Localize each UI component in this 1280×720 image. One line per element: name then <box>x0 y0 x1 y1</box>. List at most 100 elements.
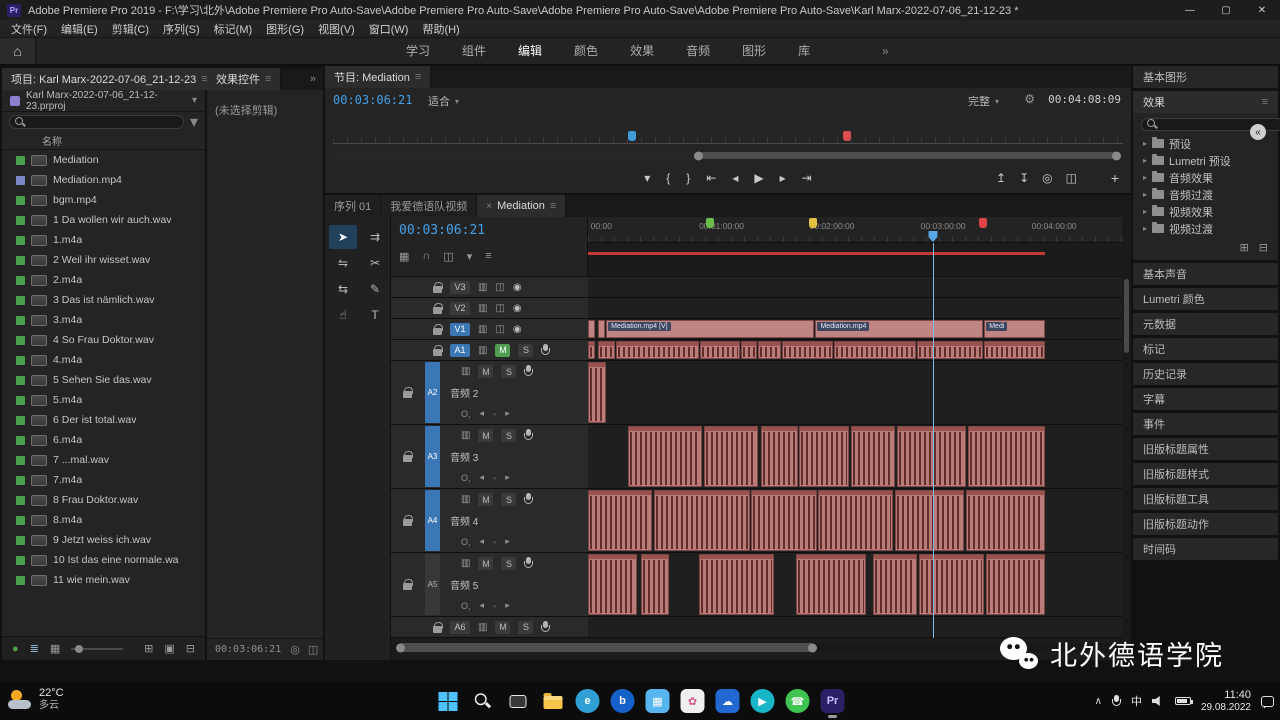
menu-item[interactable]: 剪辑(C) <box>105 21 156 37</box>
project-item[interactable]: bgm.mp4 <box>2 190 205 210</box>
menu-item[interactable]: 序列(S) <box>156 21 207 37</box>
start-button[interactable] <box>435 688 461 714</box>
label-color-chip[interactable] <box>16 296 25 305</box>
track-lane[interactable] <box>588 361 1122 425</box>
sequence-marker[interactable] <box>979 218 987 228</box>
collapsed-panel-tab[interactable]: 旧版标题样式 <box>1133 463 1278 485</box>
label-color-chip[interactable] <box>16 196 25 205</box>
voiceover-record-icon[interactable] <box>524 429 533 442</box>
sync-lock-icon[interactable]: ▥ <box>461 366 470 377</box>
play-button[interactable]: ▶ <box>754 171 763 185</box>
settings-wrench-icon[interactable]: ⚙ <box>1024 92 1035 106</box>
track-select-tool[interactable]: ⇉ <box>361 225 389 249</box>
store-button[interactable]: ▦ <box>645 688 671 714</box>
delete-custom-item-button[interactable]: ⊟ <box>1259 241 1268 254</box>
voiceover-record-icon[interactable] <box>541 621 550 634</box>
slip-tool[interactable]: ⇆ <box>329 277 357 301</box>
list-view-button[interactable]: ≣ <box>30 642 39 655</box>
project-item[interactable]: 6.m4a <box>2 430 205 450</box>
label-color-chip[interactable] <box>16 336 25 345</box>
whatsapp-button[interactable]: ☎ <box>785 688 811 714</box>
mark-in-button[interactable]: { <box>666 171 670 185</box>
project-item[interactable]: 8.m4a <box>2 510 205 530</box>
project-item[interactable]: 1 Da wollen wir auch.wav <box>2 210 205 230</box>
timeline-clip[interactable] <box>919 554 984 615</box>
collapsed-panel-tab[interactable]: 基本声音 <box>1133 263 1278 285</box>
collapsed-panel-tab[interactable]: Lumetri 颜色 <box>1133 288 1278 310</box>
menu-item[interactable]: 文件(F) <box>4 21 54 37</box>
collapse-panel-button[interactable]: « <box>1250 124 1266 140</box>
add-marker-button[interactable]: ▾ <box>644 171 650 185</box>
label-color-chip[interactable] <box>16 436 25 445</box>
collapsed-panel-tab[interactable]: 标记 <box>1133 338 1278 360</box>
timeline-clip[interactable]: Medi <box>984 320 1044 338</box>
fader-control[interactable]: O, <box>461 409 471 419</box>
timeline-clip[interactable] <box>588 341 595 359</box>
tab-essential-graphics[interactable]: 基本图形 <box>1133 66 1278 88</box>
minimize-button[interactable]: — <box>1172 0 1208 20</box>
collapsed-panel-tab[interactable]: 时间码 <box>1133 538 1278 560</box>
timeline-clip[interactable] <box>966 490 1044 551</box>
solo-button[interactable]: S <box>518 344 533 357</box>
effects-tree-item[interactable]: ▸音频过渡 <box>1133 186 1278 203</box>
tab-effects[interactable]: 效果 ≡ <box>1133 91 1278 113</box>
project-search-box[interactable] <box>9 115 184 129</box>
timeline-clip[interactable] <box>699 554 774 615</box>
tree-caret-icon[interactable]: ▸ <box>1143 224 1147 233</box>
onedrive-button[interactable]: ☁ <box>715 688 741 714</box>
new-bin-button[interactable]: ⊞ <box>144 642 153 655</box>
timeline-clip[interactable] <box>751 490 816 551</box>
track-target-badge[interactable]: V1 <box>450 323 470 336</box>
label-color-chip[interactable] <box>16 356 25 365</box>
toggle-track-output-icon[interactable]: ◉ <box>513 303 522 314</box>
sync-lock-icon[interactable]: ▥ <box>461 430 470 441</box>
workspace-tab[interactable]: 效果 <box>614 38 670 64</box>
go-to-in-button[interactable]: ⇤ <box>706 171 716 185</box>
timeline-clip[interactable] <box>984 341 1044 359</box>
label-color-chip[interactable] <box>16 316 25 325</box>
workspace-tab[interactable]: 学习 <box>390 38 446 64</box>
project-item[interactable]: 11 wie mein.wav <box>2 570 205 590</box>
timeline-clip[interactable] <box>834 341 916 359</box>
track-lane[interactable] <box>588 553 1122 617</box>
lift-button[interactable]: ↥ <box>996 171 1006 185</box>
hand-tool[interactable]: ☝ <box>329 303 357 327</box>
snap-icon[interactable]: ∩ <box>422 250 430 263</box>
project-item[interactable]: 9 Jetzt weiss ich.wav <box>2 530 205 550</box>
tree-caret-icon[interactable]: ▸ <box>1143 156 1147 165</box>
track-lock-icon[interactable] <box>433 324 442 335</box>
track-output-icon[interactable]: ◫ <box>495 324 504 335</box>
track-lock-icon[interactable] <box>403 387 412 398</box>
timeline-tab[interactable]: 序列 01 <box>325 195 381 217</box>
collapsed-panel-tab[interactable]: 历史记录 <box>1133 363 1278 385</box>
track-lock-icon[interactable] <box>403 451 412 462</box>
vertical-scrollbar-thumb[interactable] <box>1124 279 1129 353</box>
menu-item[interactable]: 帮助(H) <box>415 21 466 37</box>
collapsed-panel-tab[interactable]: 元数据 <box>1133 313 1278 335</box>
mark-out-button[interactable]: } <box>686 171 690 185</box>
timeline-clip[interactable] <box>588 320 595 338</box>
project-item[interactable]: 1.m4a <box>2 230 205 250</box>
source-patch-indicator[interactable]: A2 <box>425 362 440 423</box>
linked-selection-icon[interactable]: ◫ <box>443 250 453 263</box>
horizontal-scrollbar-thumb[interactable] <box>398 643 815 652</box>
navigate-up-icon[interactable]: ▾ <box>192 95 197 106</box>
solo-button[interactable]: S <box>501 557 516 570</box>
tab-effect-controls[interactable]: 效果控件 ≡ <box>207 68 281 90</box>
label-color-chip[interactable] <box>16 256 25 265</box>
project-item[interactable]: Mediation.mp4 <box>2 170 205 190</box>
solo-button[interactable]: S <box>501 429 516 442</box>
project-item[interactable]: 8 Frau Doktor.wav <box>2 490 205 510</box>
solo-button[interactable]: S <box>518 621 533 634</box>
menu-item[interactable]: 窗口(W) <box>362 21 416 37</box>
project-item[interactable]: 5 Sehen Sie das.wav <box>2 370 205 390</box>
label-color-chip[interactable] <box>16 216 25 225</box>
sync-lock-icon[interactable]: ▥ <box>478 324 487 335</box>
selection-tool[interactable]: ➤ <box>329 225 357 249</box>
track-lock-icon[interactable] <box>403 515 412 526</box>
timeline-clip[interactable] <box>588 554 637 615</box>
voiceover-record-icon[interactable] <box>541 344 550 357</box>
track-lane[interactable] <box>588 340 1122 361</box>
timeline-clip[interactable] <box>598 341 615 359</box>
search-button[interactable] <box>470 688 496 714</box>
